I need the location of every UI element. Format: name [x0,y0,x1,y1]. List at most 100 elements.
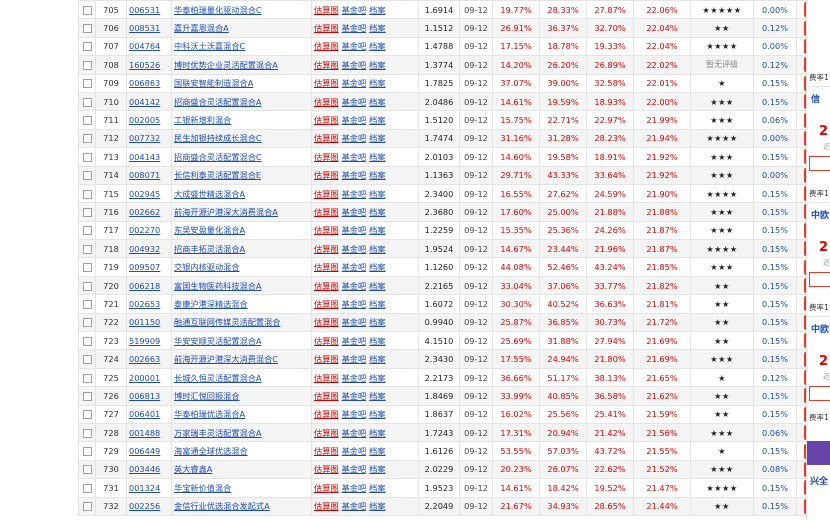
estimate-chart-link[interactable]: 估算图 [314,207,339,217]
fund-forum-link[interactable]: 基金吧 [342,354,367,364]
fund-code-link[interactable]: 009507 [126,257,172,277]
fund-code-link[interactable]: 004764 [126,36,172,57]
row-checkbox-cell[interactable] [78,478,96,498]
fund-profile-link[interactable]: 档案 [369,23,385,33]
sidebar-buy-button[interactable] [809,156,830,171]
row-checkbox-cell[interactable] [78,367,96,388]
row-checkbox-cell[interactable] [78,165,96,185]
fund-name-link[interactable]: 华安安顺灵活配置混合A [171,331,312,351]
fund-code-link[interactable]: 002256 [126,496,172,516]
row-checkbox-cell[interactable] [78,0,96,20]
estimate-chart-link[interactable]: 估算图 [314,373,339,383]
fund-code-link[interactable]: 004142 [126,91,172,112]
fund-code-link[interactable]: 002663 [126,349,172,369]
fund-forum-link[interactable]: 基金吧 [342,428,367,438]
row-checkbox[interactable] [82,391,92,401]
fund-name-link[interactable]: 万家瑞丰灵活配置混合A [171,422,312,443]
fund-profile-link[interactable]: 档案 [369,299,385,309]
sidebar-fund-title[interactable]: 中欧 [811,322,829,335]
fund-forum-link[interactable]: 基金吧 [342,373,367,383]
fund-code-link[interactable]: 160526 [126,55,172,75]
fund-name-link[interactable]: 东吴安盈量化混合A [171,220,312,241]
fund-code-link[interactable]: 002005 [126,110,172,130]
fund-code-link[interactable]: 006813 [126,386,172,406]
fund-name-link[interactable]: 交银内核驱动混合 [171,257,312,277]
fund-forum-link[interactable]: 基金吧 [342,152,367,162]
fund-name-link[interactable]: 国联安智能制造混合A [171,73,312,93]
row-checkbox-cell[interactable] [78,202,96,222]
row-checkbox-cell[interactable] [78,73,96,93]
fund-name-link[interactable]: 招商盛合灵活配置混合C [171,147,312,167]
fund-code-link[interactable]: 004932 [126,239,172,259]
fund-forum-link[interactable]: 基金吧 [342,115,367,125]
row-checkbox-cell[interactable] [78,422,96,443]
fund-forum-link[interactable]: 基金吧 [342,409,367,419]
row-checkbox[interactable] [82,79,92,89]
row-checkbox-cell[interactable] [78,183,96,204]
fund-forum-link[interactable]: 基金吧 [342,60,367,70]
fund-code-link[interactable]: 003446 [126,459,172,480]
estimate-chart-link[interactable]: 估算图 [314,133,339,143]
fund-profile-link[interactable]: 档案 [369,170,385,180]
estimate-chart-link[interactable]: 估算图 [314,78,339,88]
fund-code-link[interactable]: 006218 [126,275,172,296]
row-checkbox-cell[interactable] [78,331,96,351]
estimate-chart-link[interactable]: 估算图 [314,60,339,70]
row-checkbox-cell[interactable] [78,275,96,296]
row-checkbox-cell[interactable] [78,257,96,277]
estimate-chart-link[interactable]: 估算图 [314,483,339,493]
row-checkbox[interactable] [82,97,92,107]
row-checkbox[interactable] [82,263,92,273]
fund-name-link[interactable]: 嘉升嘉恩混合A [171,18,312,38]
fund-forum-link[interactable]: 基金吧 [342,189,367,199]
sidebar-last-title[interactable]: 兴全 [810,474,828,487]
row-checkbox[interactable] [82,24,92,34]
row-checkbox[interactable] [82,134,92,144]
sidebar-buy-button[interactable] [809,272,830,287]
row-checkbox-cell[interactable] [78,18,96,38]
sidebar-fund-title[interactable]: 中欧 [811,208,829,221]
fund-name-link[interactable]: 海富通全球优选混合 [171,441,312,461]
estimate-chart-link[interactable]: 估算图 [314,428,339,438]
fund-forum-link[interactable]: 基金吧 [342,391,367,401]
fund-forum-link[interactable]: 基金吧 [342,501,367,511]
estimate-chart-link[interactable]: 估算图 [314,336,339,346]
row-checkbox[interactable] [82,355,92,365]
row-checkbox[interactable] [82,60,92,70]
row-checkbox[interactable] [82,373,92,383]
fund-profile-link[interactable]: 档案 [369,373,385,383]
row-checkbox-cell[interactable] [78,220,96,241]
estimate-chart-link[interactable]: 估算图 [314,262,339,272]
fund-profile-link[interactable]: 档案 [369,262,385,272]
fund-name-link[interactable]: 前海开源沪港深大消费混合A [171,202,312,222]
estimate-chart-link[interactable]: 估算图 [314,5,339,15]
row-checkbox[interactable] [82,336,92,346]
row-checkbox-cell[interactable] [78,36,96,57]
fund-forum-link[interactable]: 基金吧 [342,262,367,272]
fund-profile-link[interactable]: 档案 [369,391,385,401]
estimate-chart-link[interactable]: 估算图 [314,391,339,401]
fund-code-link[interactable]: 001488 [126,422,172,443]
fund-profile-link[interactable]: 档案 [369,428,385,438]
fund-forum-link[interactable]: 基金吧 [342,336,367,346]
row-checkbox[interactable] [82,116,92,126]
fund-forum-link[interactable]: 基金吧 [342,446,367,456]
fund-name-link[interactable]: 金信行业优选混合发起式A [171,496,312,516]
fund-code-link[interactable]: 200001 [126,367,172,388]
fund-name-link[interactable]: 民生加银持续成长混合C [171,128,312,149]
fund-forum-link[interactable]: 基金吧 [342,41,367,51]
row-checkbox[interactable] [82,299,92,309]
row-checkbox-cell[interactable] [78,404,96,424]
row-checkbox[interactable] [82,171,92,181]
row-checkbox-cell[interactable] [78,386,96,406]
row-checkbox-cell[interactable] [78,294,96,314]
estimate-chart-link[interactable]: 估算图 [314,189,339,199]
fund-code-link[interactable]: 002662 [126,202,172,222]
fund-name-link[interactable]: 博时汇悦回报混合 [171,386,312,406]
fund-name-link[interactable]: 富国生物医药科技混合A [171,275,312,296]
row-checkbox[interactable] [82,281,92,291]
fund-name-link[interactable]: 招商丰拓灵活混合A [171,239,312,259]
fund-name-link[interactable]: 华泰柏瑞量化驱动混合C [171,0,312,20]
row-checkbox-cell[interactable] [78,110,96,130]
fund-forum-link[interactable]: 基金吧 [342,207,367,217]
